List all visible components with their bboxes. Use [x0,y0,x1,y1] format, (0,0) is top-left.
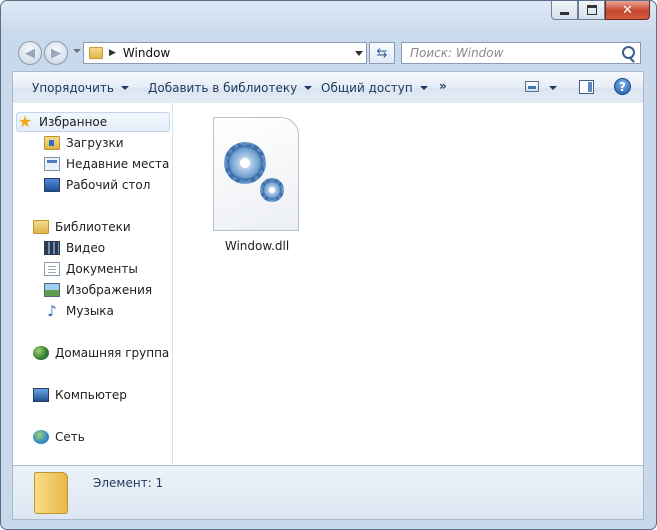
navigation-pane: ★ Избранное Загрузки Недавние места Рабо… [13,103,173,465]
music-icon: ♪ [47,302,57,320]
nav-network[interactable]: Сеть [33,427,85,447]
view-options-dropdown[interactable] [549,86,557,90]
add-to-library-button[interactable]: Добавить в библиотеку [148,72,313,103]
minimize-icon [560,11,569,15]
large-gear-icon [224,142,266,184]
nav-homegroup[interactable]: Домашняя группа [33,343,169,363]
navigation-row: ◀ ▶ ▶ Window ⇆ [1,39,656,67]
nav-computer[interactable]: Компьютер [33,385,127,405]
desktop-icon [44,178,60,192]
nav-libraries[interactable]: Библиотеки [33,217,131,237]
chevron-down-icon [304,85,313,90]
back-button[interactable]: ◀ [18,41,42,65]
nav-label: Документы [66,262,138,276]
minimize-button[interactable] [551,1,578,20]
nav-label: Домашняя группа [55,346,170,360]
nav-desktop[interactable]: Рабочий стол [44,175,150,195]
nav-label: Библиотеки [55,220,131,234]
nav-favorites[interactable]: ★ Избранное [16,112,170,132]
file-list[interactable]: Window.dll [173,103,643,465]
network-icon [33,430,49,444]
add-to-library-label: Добавить в библиотеку [148,80,298,95]
star-icon: ★ [17,112,33,131]
nav-video[interactable]: Видео [44,238,105,258]
folder-icon [34,472,68,514]
small-gear-icon [260,178,284,202]
homegroup-icon [33,346,49,360]
explorer-window: ✕ ◀ ▶ ▶ Window ⇆ Упорядочить Добавить в … [0,0,657,530]
caption-buttons: ✕ [551,1,650,20]
close-button[interactable]: ✕ [605,1,650,20]
maximize-button[interactable] [578,1,605,20]
organize-label: Упорядочить [32,80,114,95]
forward-button[interactable]: ▶ [44,41,68,65]
address-dropdown-icon[interactable] [355,51,363,56]
nav-label: Компьютер [55,388,127,402]
maximize-icon [586,5,597,15]
libraries-icon [33,220,49,234]
close-icon: ✕ [622,2,633,18]
nav-label: Недавние места [66,157,170,171]
documents-icon [44,262,60,276]
nav-label: Рабочий стол [66,178,151,192]
nav-label: Загрузки [66,136,124,150]
content-area: ★ Избранное Загрузки Недавние места Рабо… [12,103,644,465]
organize-button[interactable]: Упорядочить [32,72,129,103]
pictures-icon [44,283,60,297]
nav-label: Сеть [55,430,85,444]
nav-recent-places[interactable]: Недавние места [44,154,169,174]
downloads-folder-icon [44,136,60,150]
file-item[interactable]: Window.dll [209,117,305,253]
more-commands-button[interactable]: » [439,79,447,93]
nav-music[interactable]: ♪ Музыка [44,301,114,321]
search-input[interactable] [410,44,610,62]
nav-downloads[interactable]: Загрузки [44,133,124,153]
folder-icon [89,47,103,59]
recent-places-icon [44,157,60,171]
video-icon [44,241,60,255]
breadcrumb-window[interactable]: Window [123,46,170,60]
search-box[interactable] [401,42,641,64]
back-arrow-icon: ◀ [25,45,35,61]
details-pane: Элемент: 1 [12,465,644,520]
nav-pictures[interactable]: Изображения [44,280,152,300]
file-name: Window.dll [224,239,290,253]
nav-label: Избранное [39,115,108,129]
chevron-down-icon [120,85,129,90]
share-button[interactable]: Общий доступ [321,72,428,103]
search-icon[interactable] [622,46,635,59]
help-icon[interactable]: ? [614,78,631,95]
command-bar: Упорядочить Добавить в библиотеку Общий … [12,71,644,103]
nav-label: Изображения [66,283,153,297]
nav-documents[interactable]: Документы [44,259,138,279]
preview-pane-icon[interactable] [579,80,594,94]
chevron-down-icon [419,85,428,90]
dll-gears-icon [213,117,299,231]
breadcrumb-separator[interactable]: ▶ [109,48,116,58]
item-count: Элемент: 1 [93,476,164,490]
nav-label: Видео [66,241,106,255]
refresh-button[interactable]: ⇆ [369,42,395,64]
nav-label: Музыка [66,304,114,318]
forward-arrow-icon: ▶ [51,45,61,61]
share-label: Общий доступ [321,80,413,95]
computer-icon [33,388,49,402]
refresh-icon: ⇆ [376,45,388,61]
address-bar[interactable]: ▶ Window [83,42,367,64]
change-view-icon[interactable] [525,81,539,92]
recent-pages-dropdown[interactable] [73,49,81,53]
